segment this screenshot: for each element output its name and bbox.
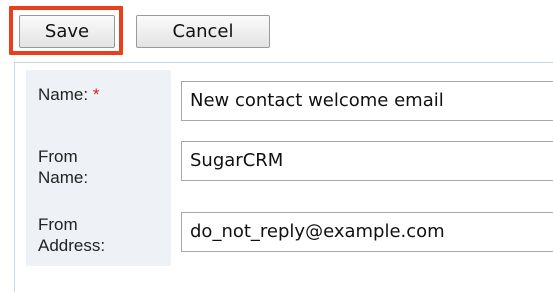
cancel-button[interactable]: Cancel [136,15,270,48]
name-label-text: Name: [38,85,89,104]
from-address-input[interactable]: do_not_reply@example.com [181,212,553,252]
name-input[interactable]: New contact welcome email [181,81,553,121]
name-input-value: New contact welcome email [190,90,444,111]
name-label: Name: * [38,84,99,105]
from-name-input-value: SugarCRM [190,150,284,171]
cancel-button-label: Cancel [172,21,234,42]
from-name-label-line1: From [38,147,78,166]
from-address-input-value: do_not_reply@example.com [190,221,445,242]
save-button-highlight [9,6,123,55]
from-name-label: From Name: [38,146,88,188]
from-address-label: From Address: [38,214,105,256]
from-address-label-line1: From [38,215,78,234]
required-marker: * [92,85,100,104]
from-address-label-line2: Address: [38,236,106,255]
from-name-label-line2: Name: [38,168,89,187]
from-name-input[interactable]: SugarCRM [181,141,553,181]
